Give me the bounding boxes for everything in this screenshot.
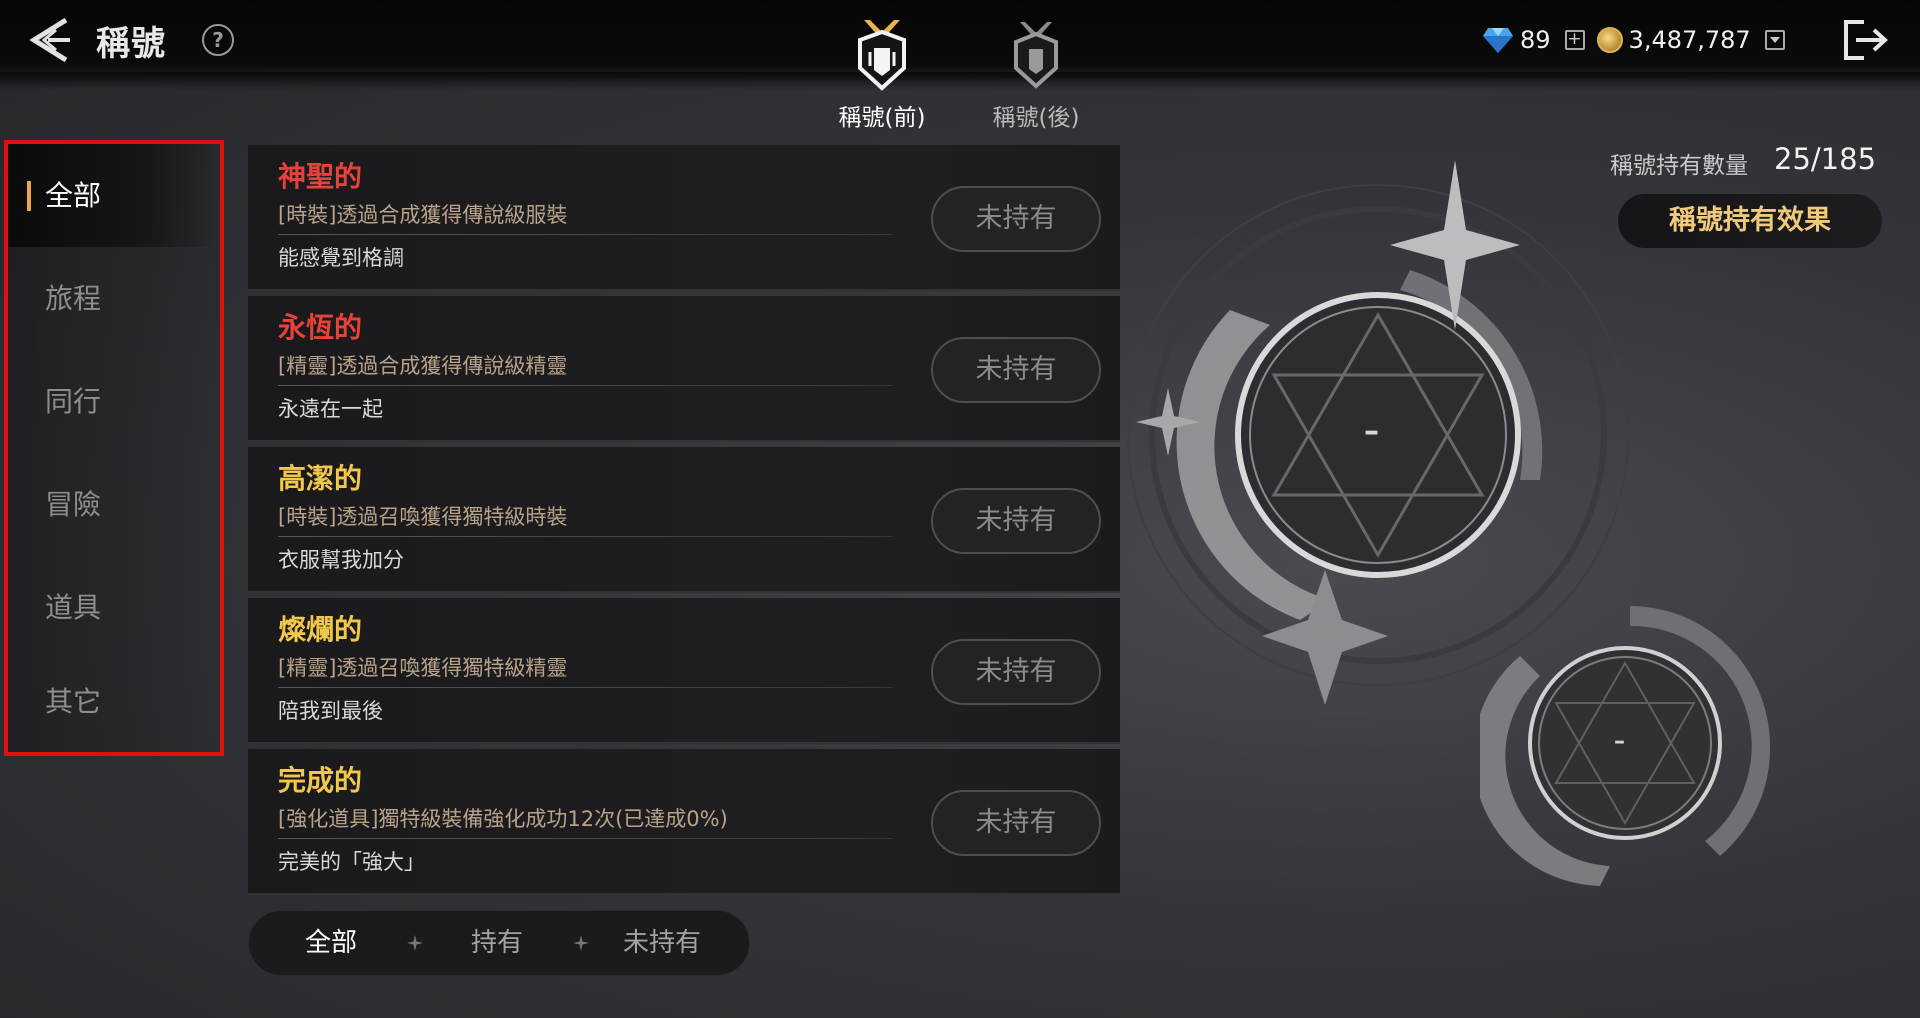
title-condition: [精靈]透過合成獲得傳說級精靈 [278,354,568,378]
tab-label: 稱號(前) [838,105,926,131]
divider [278,536,892,537]
tab-label: 稱號(後) [992,105,1080,131]
back-slot-empty-label: – [1614,729,1625,754]
exit-button[interactable] [1842,18,1890,62]
sidebar-item-other[interactable]: 其它 [8,650,220,753]
sparkle-separator-icon [573,935,589,951]
title-description: 陪我到最後 [278,699,383,723]
back-arrow-icon [29,17,70,63]
title-description: 完美的「強大」 [278,850,425,874]
status-badge: 未持有 [931,639,1101,705]
status-badge: 未持有 [931,790,1101,856]
title-name: 高潔的 [278,462,363,495]
title-medal-icon [858,20,906,91]
sidebar-item-adventure[interactable]: 冒險 [8,453,220,556]
category-sidebar: 全部 旅程 同行 冒險 道具 其它 [4,140,224,756]
title-condition: [強化道具]獨特級裝備強化成功12次(已達成0%) [278,807,728,831]
title-card[interactable]: 神聖的 [時裝]透過合成獲得傳說級服裝 能感覺到格調 未持有 [248,145,1120,291]
title-description: 衣服幫我加分 [278,548,404,572]
title-name: 永恆的 [278,311,363,344]
filter-not-owned-button[interactable]: 未持有 [623,911,701,975]
tab-title-back[interactable]: 稱號(後) [971,18,1101,132]
title-card[interactable]: 完成的 [強化道具]獨特級裝備強化成功12次(已達成0%) 完美的「強大」 未持… [248,749,1120,895]
filter-all-button[interactable]: 全部 [305,911,357,975]
sidebar-item-all[interactable]: 全部 [8,144,220,247]
title-card[interactable]: 永恆的 [精靈]透過合成獲得傳說級精靈 永遠在一起 未持有 [248,296,1120,442]
divider [278,234,892,235]
help-button[interactable]: ? [202,24,234,56]
gold-coin-icon [1596,27,1623,53]
title-description: 永遠在一起 [278,397,383,421]
title-condition: [時裝]透過合成獲得傳說級服裝 [278,203,568,227]
status-badge: 未持有 [931,337,1101,403]
divider [278,838,892,839]
status-badge: 未持有 [931,186,1101,252]
tab-title-front[interactable]: 稱號(前) [817,18,947,132]
sidebar-item-items[interactable]: 道具 [8,556,220,659]
gem-count: 89 [1520,26,1551,54]
sidebar-item-journey[interactable]: 旅程 [8,247,220,350]
back-button[interactable] [26,14,74,66]
back-title-slot-emblem[interactable] [1480,596,1780,896]
title-effect-button[interactable]: 稱號持有效果 [1618,194,1882,248]
title-medal-icon [1014,22,1058,89]
currency-dropdown-button[interactable] [1764,30,1785,50]
page-title: 稱號 [96,24,166,64]
title-name: 燦爛的 [278,613,363,646]
title-name: 神聖的 [278,160,363,193]
title-card[interactable]: 高潔的 [時裝]透過召喚獲得獨特級時裝 衣服幫我加分 未持有 [248,447,1120,593]
filter-owned-button[interactable]: 持有 [471,911,523,975]
status-badge: 未持有 [931,488,1101,554]
title-count-value: 25/185 [1774,142,1877,176]
divider [278,385,892,386]
title-condition: [時裝]透過召喚獲得獨特級時裝 [278,505,568,529]
divider [278,687,892,688]
add-gems-button[interactable]: + [1564,30,1585,50]
title-description: 能感覺到格調 [278,246,404,270]
sparkle-separator-icon [407,935,423,951]
title-name: 完成的 [278,764,363,797]
front-slot-empty-label: – [1364,414,1379,449]
gold-count: 3,487,787 [1628,26,1751,54]
exit-icon [1844,20,1888,60]
ownership-filter: 全部 持有 未持有 [248,910,750,976]
title-list: 神聖的 [時裝]透過合成獲得傳說級服裝 能感覺到格調 未持有 永恆的 [精靈]透… [248,145,1120,900]
title-condition: [精靈]透過召喚獲得獨特級精靈 [278,656,568,680]
currency-bar: 89 + 3,487,787 [1482,22,1785,58]
sidebar-item-companion[interactable]: 同行 [8,350,220,453]
diamond-icon [1483,28,1513,53]
title-card[interactable]: 燦爛的 [精靈]透過召喚獲得獨特級精靈 陪我到最後 未持有 [248,598,1120,744]
